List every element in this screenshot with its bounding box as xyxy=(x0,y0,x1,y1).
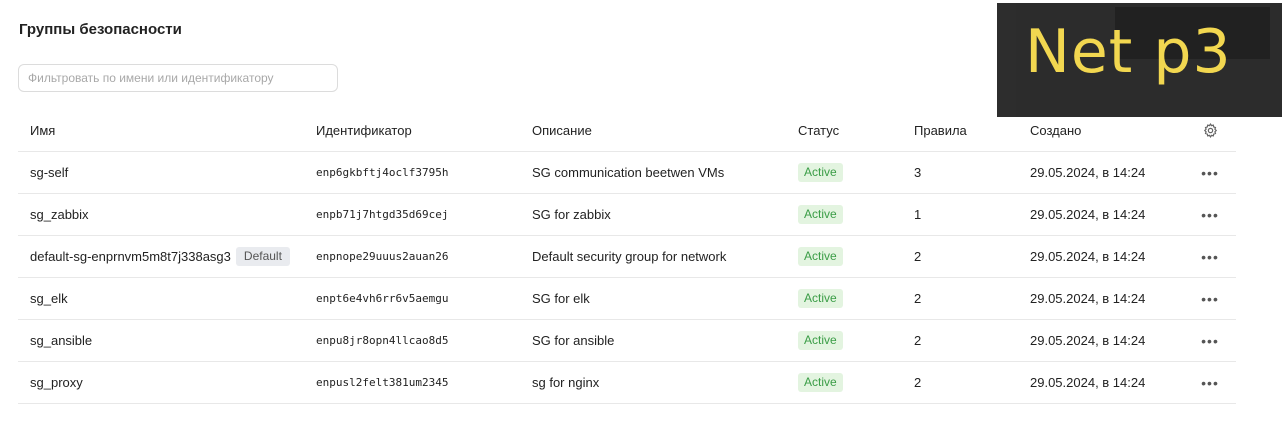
cell-rules: 2 xyxy=(914,333,922,348)
group-name-link[interactable]: sg_elk xyxy=(30,291,68,306)
cell-name[interactable]: sg_elk xyxy=(30,278,68,319)
table-body: sg-self enp6gkbftj4oclf3795h SG communicat… xyxy=(18,152,1236,404)
filter-input[interactable] xyxy=(18,64,338,92)
cell-description: sg for nginx xyxy=(532,375,600,390)
cell-created: 29.05.2024, в 14:24 xyxy=(1030,291,1146,306)
status-badge: Active xyxy=(798,373,843,392)
cell-status: Active xyxy=(798,362,843,403)
cell-status: Active xyxy=(798,194,843,235)
more-horizontal-icon[interactable]: ••• xyxy=(1201,292,1219,306)
cell-description: SG for ansible xyxy=(532,333,615,348)
group-name-link[interactable]: sg-self xyxy=(30,165,68,180)
table-row[interactable]: default-sg-enprnvm5m8t7j338asg3 Default en… xyxy=(18,236,1236,278)
cell-name[interactable]: sg-self xyxy=(30,152,68,193)
row-actions-button[interactable]: ••• xyxy=(1198,278,1222,319)
table-row[interactable]: sg_ansible enpu8jr8opn4llcao8d5 SG for ans… xyxy=(18,320,1236,362)
gear-icon[interactable] xyxy=(1202,123,1218,139)
more-horizontal-icon[interactable]: ••• xyxy=(1201,334,1219,348)
row-actions-button[interactable]: ••• xyxy=(1198,194,1222,235)
group-name-link[interactable]: sg_ansible xyxy=(30,333,92,348)
cell-identifier: enpb71j7htgd35d69cej xyxy=(316,208,449,221)
row-actions-button[interactable]: ••• xyxy=(1198,320,1222,361)
column-header-status[interactable]: Статус xyxy=(798,110,839,151)
cell-status: Active xyxy=(798,278,843,319)
row-actions-button[interactable]: ••• xyxy=(1198,236,1222,277)
more-horizontal-icon[interactable]: ••• xyxy=(1201,208,1219,222)
cell-created: 29.05.2024, в 14:24 xyxy=(1030,165,1146,180)
cell-rules: 2 xyxy=(914,249,922,264)
default-badge: Default xyxy=(235,247,290,266)
cell-created: 29.05.2024, в 14:24 xyxy=(1030,249,1146,264)
cell-created: 29.05.2024, в 14:24 xyxy=(1030,333,1146,348)
overlay-label: Net p3 xyxy=(1025,17,1232,87)
more-horizontal-icon[interactable]: ••• xyxy=(1201,250,1219,264)
cell-status: Active xyxy=(798,152,843,193)
more-horizontal-icon[interactable]: ••• xyxy=(1201,376,1219,390)
status-badge: Active xyxy=(798,331,843,350)
cell-rules: 1 xyxy=(914,207,922,222)
group-name-link[interactable]: sg_zabbix xyxy=(30,207,89,222)
table-row[interactable]: sg-self enp6gkbftj4oclf3795h SG communicat… xyxy=(18,152,1236,194)
cell-description: SG for elk xyxy=(532,291,590,306)
cell-status: Active xyxy=(798,236,843,277)
cell-name[interactable]: sg_zabbix xyxy=(30,194,89,235)
row-actions-button[interactable]: ••• xyxy=(1198,152,1222,193)
cell-rules: 2 xyxy=(914,291,922,306)
status-badge: Active xyxy=(798,247,843,266)
cell-created: 29.05.2024, в 14:24 xyxy=(1030,375,1146,390)
cell-identifier: enp6gkbftj4oclf3795h xyxy=(316,166,449,179)
table-row[interactable]: sg_proxy enpusl2felt381um2345 sg for nginx… xyxy=(18,362,1236,404)
group-name-link[interactable]: sg_proxy xyxy=(30,375,83,390)
page-title: Группы безопасности xyxy=(19,21,182,38)
column-header-rules[interactable]: Правила xyxy=(914,110,967,151)
cell-identifier: enpnope29uuus2auan26 xyxy=(316,250,449,263)
more-horizontal-icon[interactable]: ••• xyxy=(1201,166,1219,180)
table-row[interactable]: sg_elk enpt6e4vh6rr6v5aemgu SG for elk Acti… xyxy=(18,278,1236,320)
table-row[interactable]: sg_zabbix enpb71j7htgd35d69cej SG for zabb… xyxy=(18,194,1236,236)
column-header-description[interactable]: Описание xyxy=(532,110,592,151)
status-badge: Active xyxy=(798,163,843,182)
cell-name[interactable]: default-sg-enprnvm5m8t7j338asg3 Default xyxy=(30,236,290,277)
security-groups-table: Имя Идентификатор Описание Статус Правил… xyxy=(18,110,1236,404)
cell-status: Active xyxy=(798,320,843,361)
cell-identifier: enpu8jr8opn4llcao8d5 xyxy=(316,334,449,347)
cell-created: 29.05.2024, в 14:24 xyxy=(1030,207,1146,222)
status-badge: Active xyxy=(798,289,843,308)
cell-description: Default security group for network xyxy=(532,249,727,264)
cell-description: SG communication beetwen VMs xyxy=(532,165,725,180)
group-name-link[interactable]: default-sg-enprnvm5m8t7j338asg3 xyxy=(30,249,231,264)
cell-name[interactable]: sg_ansible xyxy=(30,320,92,361)
overlay-watermark: Net p3 xyxy=(997,3,1282,117)
cell-identifier: enpusl2felt381um2345 xyxy=(316,376,449,389)
security-groups-page: Группы безопасности Имя Идентификатор Оп… xyxy=(0,0,1282,434)
cell-rules: 2 xyxy=(914,375,922,390)
column-header-name[interactable]: Имя xyxy=(30,110,55,151)
cell-identifier: enpt6e4vh6rr6v5aemgu xyxy=(316,292,449,305)
cell-rules: 3 xyxy=(914,165,922,180)
column-header-id[interactable]: Идентификатор xyxy=(316,110,412,151)
cell-name[interactable]: sg_proxy xyxy=(30,362,83,403)
cell-description: SG for zabbix xyxy=(532,207,611,222)
status-badge: Active xyxy=(798,205,843,224)
row-actions-button[interactable]: ••• xyxy=(1198,362,1222,403)
